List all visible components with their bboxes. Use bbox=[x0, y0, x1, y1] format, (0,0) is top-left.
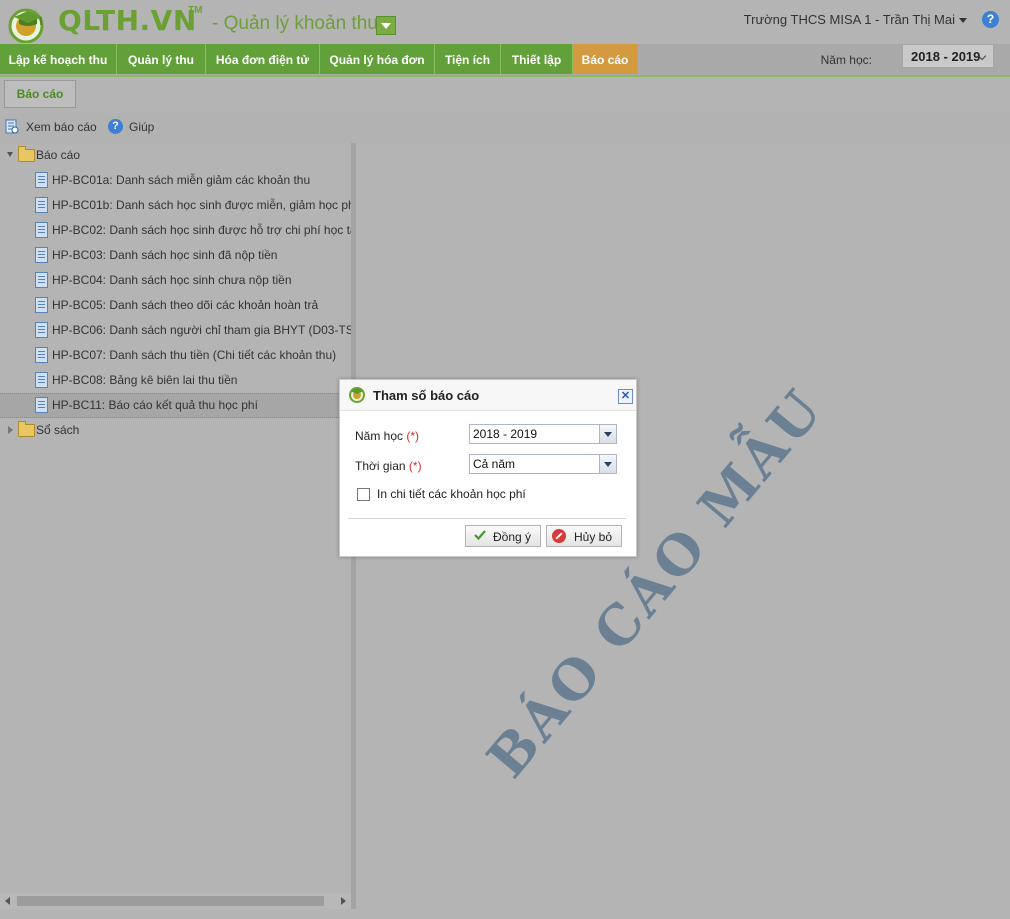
report-params-dialog: Tham số báo cáo ✕ Năm học (*) 2018 - 201… bbox=[339, 379, 637, 557]
ok-button[interactable]: Đồng ý bbox=[465, 525, 541, 547]
time-field-label: Thời gian (*) bbox=[355, 459, 422, 473]
folder-icon bbox=[18, 146, 35, 162]
subtab-bao-cao[interactable]: Báo cáo bbox=[4, 80, 76, 108]
cancel-icon bbox=[552, 529, 566, 543]
close-icon[interactable]: ✕ bbox=[618, 389, 633, 404]
tree-horizontal-scrollbar[interactable] bbox=[0, 893, 352, 909]
bottom-edge bbox=[0, 909, 1010, 919]
report-document-icon bbox=[35, 322, 48, 338]
scroll-right-arrow-icon[interactable] bbox=[341, 897, 346, 905]
tree-item-label: HP-BC03: Danh sách học sinh đã nộp tiền bbox=[52, 248, 278, 262]
tree-item-report[interactable]: HP-BC03: Danh sách học sinh đã nộp tiền bbox=[0, 243, 351, 268]
report-document-icon bbox=[35, 172, 48, 188]
tree-root-label: Sổ sách bbox=[36, 423, 80, 437]
expand-arrow-icon[interactable] bbox=[7, 152, 13, 157]
tree-item-label: HP-BC11: Báo cáo kết quả thu học phí bbox=[52, 398, 258, 412]
tab-quan-ly-hoa-don[interactable]: Quản lý hóa đơn bbox=[320, 44, 435, 74]
tree-item-label: HP-BC01b: Danh sách học sinh được miễn, … bbox=[52, 198, 351, 212]
app-header: QLTH.VN TM - Quản lý khoản thu Trường TH… bbox=[0, 0, 1010, 44]
tree-item-label: HP-BC02: Danh sách học sinh được hỗ trợ … bbox=[52, 223, 351, 237]
help-button[interactable]: Giúp bbox=[129, 120, 154, 134]
tab-bao-cao[interactable]: Báo cáo bbox=[573, 44, 638, 74]
view-report-icon[interactable] bbox=[5, 119, 19, 134]
tree-root-label: Báo cáo bbox=[36, 148, 81, 162]
time-label-text: Thời gian bbox=[355, 459, 406, 473]
main-nav: Lập kế hoạch thu Quản lý thu Hóa đơn điệ… bbox=[0, 44, 1010, 76]
view-report-button[interactable]: Xem báo cáo bbox=[26, 120, 97, 134]
tree-item-report[interactable]: HP-BC07: Danh sách thu tiền (Chi tiết cá… bbox=[0, 343, 351, 368]
year-label-text: Năm học bbox=[355, 429, 404, 443]
sub-tab-bar: Báo cáo bbox=[0, 77, 1010, 113]
collapsed-arrow-icon[interactable] bbox=[8, 426, 13, 434]
report-toolbar: Xem báo cáo ? Giúp bbox=[0, 113, 1010, 143]
year-label: Năm học: bbox=[820, 53, 872, 67]
report-document-icon bbox=[35, 222, 48, 238]
tree-item-report[interactable]: HP-BC05: Danh sách theo dõi các khoản ho… bbox=[0, 293, 351, 318]
tree-item-label: HP-BC06: Danh sách người chỉ tham gia BH… bbox=[52, 323, 351, 337]
folder-icon bbox=[18, 421, 35, 437]
ok-button-label: Đồng ý bbox=[493, 530, 532, 544]
checkmark-icon bbox=[474, 530, 486, 541]
dialog-divider bbox=[348, 518, 626, 519]
year-select[interactable]: 2018 - 2019 bbox=[902, 44, 994, 68]
required-mark: (*) bbox=[406, 429, 420, 443]
cancel-button-label: Hủy bỏ bbox=[574, 530, 613, 544]
app-logo-icon bbox=[349, 387, 365, 403]
user-name: Trường THCS MISA 1 - Trần Thị Mai bbox=[743, 12, 955, 27]
tab-quan-ly-thu[interactable]: Quản lý thu bbox=[117, 44, 206, 74]
year-combo[interactable]: 2018 - 2019 bbox=[469, 424, 617, 444]
tree-item-report-selected[interactable]: HP-BC11: Báo cáo kết quả thu học phí bbox=[0, 393, 351, 418]
help-icon[interactable]: ? bbox=[982, 11, 999, 28]
year-combo-value: 2018 - 2019 bbox=[473, 427, 538, 441]
report-document-icon bbox=[35, 272, 48, 288]
app-switcher-dropdown-icon[interactable] bbox=[376, 16, 396, 35]
report-document-icon bbox=[35, 397, 48, 413]
tree-root-so-sach[interactable]: Sổ sách bbox=[0, 418, 351, 443]
report-tree: Báo cáo HP-BC01a: Danh sách miễn giảm cá… bbox=[0, 143, 352, 893]
tab-tien-ich[interactable]: Tiện ích bbox=[435, 44, 501, 74]
detail-checkbox-label[interactable]: In chi tiết các khoản học phí bbox=[377, 487, 526, 501]
caret-down-icon bbox=[959, 18, 967, 24]
time-combo-value: Cả năm bbox=[473, 457, 516, 471]
tab-lap-ke-hoach-thu[interactable]: Lập kế hoạch thu bbox=[0, 44, 117, 74]
tree-item-label: HP-BC07: Danh sách thu tiền (Chi tiết cá… bbox=[52, 348, 337, 362]
year-field-label: Năm học (*) bbox=[355, 429, 419, 443]
dropdown-arrow-icon[interactable] bbox=[599, 455, 616, 473]
year-selector-group: Năm học: 2018 - 2019 bbox=[794, 44, 994, 74]
dropdown-arrow-icon[interactable] bbox=[599, 425, 616, 443]
user-menu[interactable]: Trường THCS MISA 1 - Trần Thị Mai bbox=[744, 12, 967, 27]
detail-checkbox[interactable] bbox=[357, 488, 370, 501]
tree-item-report[interactable]: HP-BC01a: Danh sách miễn giảm các khoản … bbox=[0, 168, 351, 193]
tree-root-bao-cao[interactable]: Báo cáo bbox=[0, 143, 351, 168]
scrollbar-thumb[interactable] bbox=[17, 896, 324, 906]
dialog-title: Tham số báo cáo bbox=[373, 388, 480, 403]
tree-item-report[interactable]: HP-BC08: Bảng kê biên lai thu tiền bbox=[0, 368, 351, 393]
graduation-logo-icon bbox=[8, 8, 44, 43]
report-document-icon bbox=[35, 197, 48, 213]
scroll-left-arrow-icon[interactable] bbox=[5, 897, 10, 905]
help-icon[interactable]: ? bbox=[108, 119, 123, 134]
tab-hoa-don-dien-tu[interactable]: Hóa đơn điện tử bbox=[206, 44, 320, 74]
report-document-icon bbox=[35, 372, 48, 388]
year-select-value: 2018 - 2019 bbox=[911, 49, 981, 64]
tree-item-label: HP-BC08: Bảng kê biên lai thu tiền bbox=[52, 373, 238, 387]
time-combo[interactable]: Cả năm bbox=[469, 454, 617, 474]
tab-thiet-lap[interactable]: Thiết lập bbox=[501, 44, 573, 74]
report-document-icon bbox=[35, 247, 48, 263]
tree-item-report[interactable]: HP-BC04: Danh sách học sinh chưa nộp tiề… bbox=[0, 268, 351, 293]
tree-item-label: HP-BC04: Danh sách học sinh chưa nộp tiề… bbox=[52, 273, 292, 287]
tree-item-report[interactable]: HP-BC06: Danh sách người chỉ tham gia BH… bbox=[0, 318, 351, 343]
required-mark: (*) bbox=[408, 459, 422, 473]
cancel-button[interactable]: Hủy bỏ bbox=[546, 525, 622, 547]
brand-name[interactable]: QLTH.VN bbox=[58, 4, 197, 37]
report-document-icon bbox=[35, 347, 48, 363]
report-document-icon bbox=[35, 297, 48, 313]
tree-item-report[interactable]: HP-BC02: Danh sách học sinh được hỗ trợ … bbox=[0, 218, 351, 243]
app-title: - Quản lý khoản thu bbox=[212, 13, 378, 34]
trademark-mark: TM bbox=[188, 5, 203, 16]
tree-item-label: HP-BC05: Danh sách theo dõi các khoản ho… bbox=[52, 298, 319, 312]
dialog-header: Tham số báo cáo ✕ bbox=[340, 380, 636, 411]
tree-item-label: HP-BC01a: Danh sách miễn giảm các khoản … bbox=[52, 173, 311, 187]
tree-item-report[interactable]: HP-BC01b: Danh sách học sinh được miễn, … bbox=[0, 193, 351, 218]
